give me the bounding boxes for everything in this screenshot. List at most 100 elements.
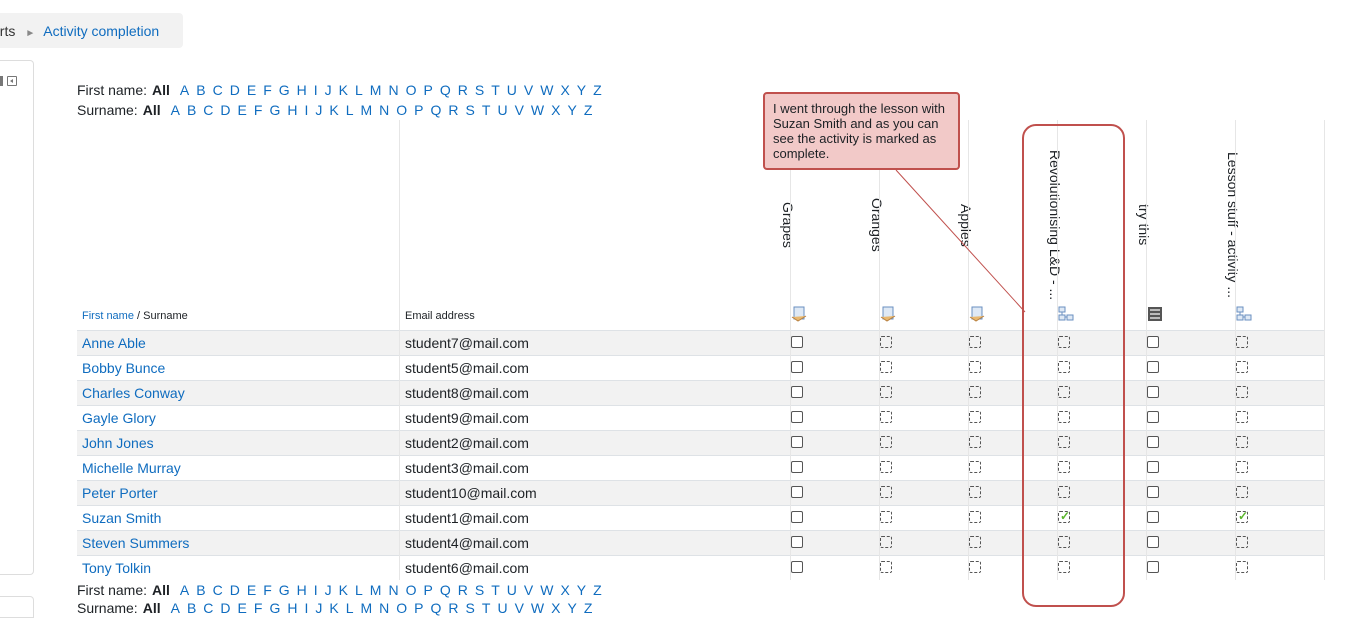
activity-name[interactable]: Revolutionising L&D - ... (1047, 145, 1135, 305)
filter-letter[interactable]: A (180, 582, 189, 598)
completion-incomplete-checkbox[interactable] (791, 536, 803, 548)
filter-letter[interactable]: F (254, 102, 263, 118)
filter-letter[interactable]: P (423, 82, 432, 98)
filter-letter[interactable]: B (196, 582, 205, 598)
filter-letter[interactable]: D (220, 600, 230, 616)
completion-incomplete-checkbox[interactable] (1147, 361, 1159, 373)
filter-letter[interactable]: Y (577, 82, 586, 98)
filter-letter[interactable]: X (551, 102, 560, 118)
filter-letter[interactable]: Z (584, 102, 593, 118)
filter-letter[interactable]: J (325, 582, 332, 598)
filter-letter[interactable]: L (346, 102, 354, 118)
filter-letter[interactable]: K (329, 102, 338, 118)
filter-letter[interactable]: I (304, 600, 308, 616)
filter-letter[interactable]: M (370, 82, 382, 98)
filter-letter[interactable]: C (213, 582, 223, 598)
filter-letter[interactable]: B (196, 82, 205, 98)
surname-filter-all[interactable]: All (143, 600, 161, 616)
filter-letter[interactable]: K (339, 82, 348, 98)
filter-letter[interactable]: V (515, 600, 524, 616)
surname-filter-all[interactable]: All (143, 102, 161, 118)
student-name-link[interactable]: Bobby Bunce (82, 360, 165, 376)
filter-letter[interactable]: G (279, 582, 290, 598)
filter-letter[interactable]: T (491, 582, 500, 598)
student-name-link[interactable]: Steven Summers (82, 535, 189, 551)
filter-letter[interactable]: P (414, 600, 423, 616)
completion-incomplete-checkbox[interactable] (791, 336, 803, 348)
completion-incomplete-checkbox[interactable] (1147, 486, 1159, 498)
filter-letter[interactable]: S (466, 600, 475, 616)
filter-letter[interactable]: Q (431, 600, 442, 616)
completion-incomplete-checkbox[interactable] (791, 386, 803, 398)
filter-letter[interactable]: L (355, 82, 363, 98)
filter-letter[interactable]: X (551, 600, 560, 616)
filter-letter[interactable]: D (220, 102, 230, 118)
filter-letter[interactable]: J (325, 82, 332, 98)
filter-letter[interactable]: P (414, 102, 423, 118)
filter-letter[interactable]: S (475, 582, 484, 598)
filter-letter[interactable]: G (269, 600, 280, 616)
student-name-link[interactable]: Peter Porter (82, 485, 157, 501)
filter-letter[interactable]: R (458, 582, 468, 598)
activity-name[interactable]: Lesson stuff - activity ... (1225, 145, 1313, 305)
filter-letter[interactable]: D (230, 582, 240, 598)
filter-letter[interactable]: Z (593, 582, 602, 598)
filter-letter[interactable]: V (524, 582, 533, 598)
completion-incomplete-checkbox[interactable] (1147, 536, 1159, 548)
filter-letter[interactable]: U (497, 600, 507, 616)
filter-letter[interactable]: G (279, 82, 290, 98)
completion-incomplete-checkbox[interactable] (791, 411, 803, 423)
filter-letter[interactable]: R (448, 102, 458, 118)
completion-incomplete-checkbox[interactable] (1147, 336, 1159, 348)
filter-letter[interactable]: Q (440, 82, 451, 98)
filter-letter[interactable]: T (482, 600, 491, 616)
filter-letter[interactable]: O (406, 582, 417, 598)
filter-letter[interactable]: G (269, 102, 280, 118)
filter-letter[interactable]: C (203, 600, 213, 616)
filter-letter[interactable]: Q (440, 582, 451, 598)
filter-letter[interactable]: F (254, 600, 263, 616)
completion-incomplete-checkbox[interactable] (1147, 461, 1159, 473)
filter-letter[interactable]: M (370, 582, 382, 598)
filter-letter[interactable]: F (263, 582, 272, 598)
dock-icon[interactable] (7, 76, 17, 86)
filter-letter[interactable]: V (515, 102, 524, 118)
filter-letter[interactable]: U (507, 582, 517, 598)
filter-letter[interactable]: T (491, 82, 500, 98)
sort-firstname-link[interactable]: First name (82, 310, 134, 322)
filter-letter[interactable]: T (482, 102, 491, 118)
filter-letter[interactable]: S (475, 82, 484, 98)
filter-letter[interactable]: Z (593, 82, 602, 98)
filter-letter[interactable]: E (247, 582, 256, 598)
filter-letter[interactable]: E (247, 82, 256, 98)
filter-letter[interactable]: M (360, 600, 372, 616)
filter-letter[interactable]: A (171, 102, 180, 118)
completion-incomplete-checkbox[interactable] (791, 486, 803, 498)
student-name-link[interactable]: Anne Able (82, 335, 146, 351)
student-name-link[interactable]: Gayle Glory (82, 410, 156, 426)
filter-letter[interactable]: H (287, 600, 297, 616)
firstname-filter-all[interactable]: All (152, 582, 170, 598)
filter-letter[interactable]: U (497, 102, 507, 118)
filter-letter[interactable]: H (297, 82, 307, 98)
filter-letter[interactable]: W (540, 82, 553, 98)
filter-letter[interactable]: Y (577, 582, 586, 598)
completion-incomplete-checkbox[interactable] (1147, 561, 1159, 573)
completion-incomplete-checkbox[interactable] (1147, 386, 1159, 398)
filter-letter[interactable]: W (540, 582, 553, 598)
filter-letter[interactable]: U (507, 82, 517, 98)
filter-letter[interactable]: N (379, 102, 389, 118)
filter-letter[interactable]: M (360, 102, 372, 118)
filter-letter[interactable]: F (263, 82, 272, 98)
breadcrumb-current[interactable]: Activity completion (43, 23, 159, 39)
filter-letter[interactable]: L (355, 582, 363, 598)
sort-surname-label[interactable]: Surname (143, 310, 188, 322)
filter-letter[interactable]: X (560, 82, 569, 98)
student-name-link[interactable]: Michelle Murray (82, 460, 181, 476)
filter-letter[interactable]: J (315, 102, 322, 118)
filter-letter[interactable]: K (329, 600, 338, 616)
filter-letter[interactable]: I (314, 582, 318, 598)
filter-letter[interactable]: K (339, 582, 348, 598)
filter-letter[interactable]: H (297, 582, 307, 598)
filter-letter[interactable]: I (314, 82, 318, 98)
